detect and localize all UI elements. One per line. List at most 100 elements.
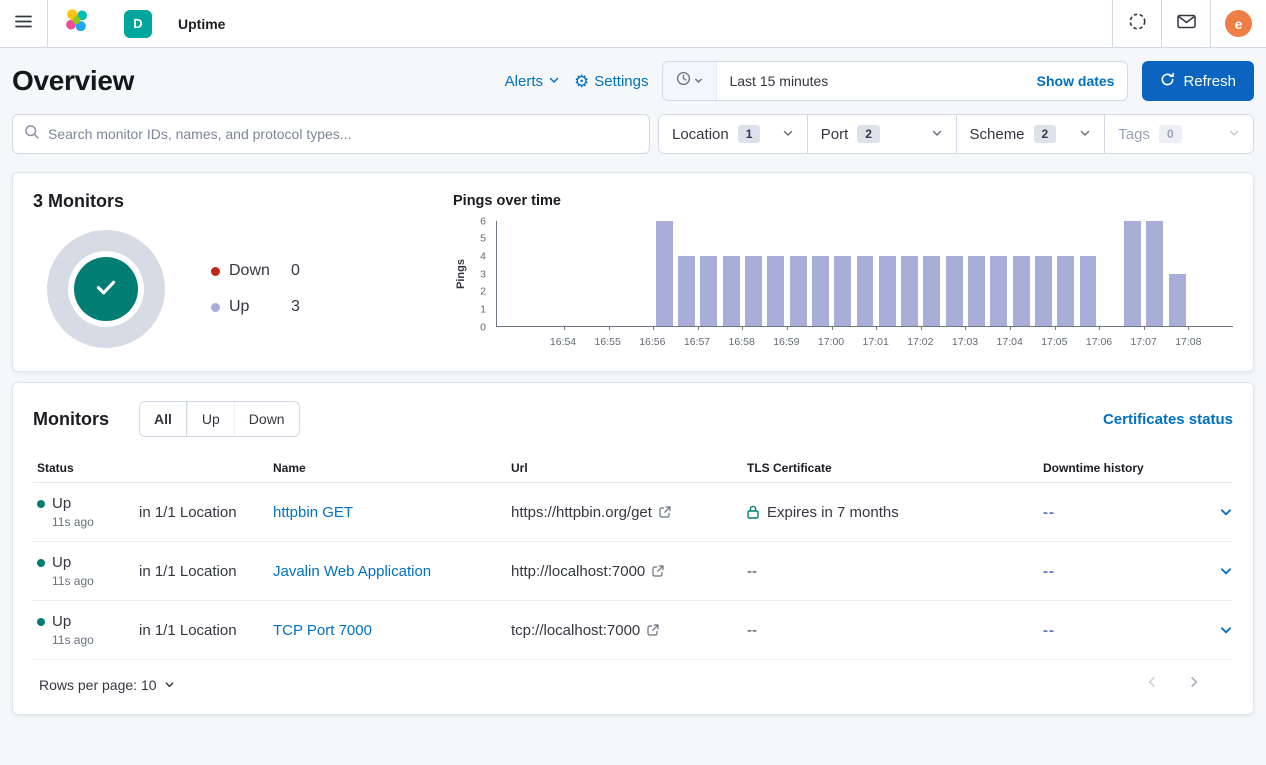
breadcrumb[interactable]: Uptime bbox=[178, 16, 225, 32]
snapshot-panel: 3 Monitors bbox=[12, 172, 1254, 372]
alerts-dropdown-button[interactable]: Alerts bbox=[505, 73, 560, 90]
ping-bar bbox=[678, 256, 695, 326]
progress-ring-icon bbox=[1128, 12, 1147, 36]
filter-count-badge: 2 bbox=[1034, 125, 1057, 143]
x-tick-label: 17:06 bbox=[1086, 336, 1112, 348]
newsfeed-button[interactable] bbox=[1162, 0, 1210, 47]
expand-row-button[interactable] bbox=[1201, 623, 1233, 637]
filter-count-badge: 2 bbox=[857, 125, 880, 143]
y-tick-label: 2 bbox=[480, 286, 486, 297]
down-dot-icon bbox=[211, 267, 220, 276]
rows-per-page-button[interactable]: Rows per page: 10 bbox=[39, 677, 175, 693]
status-cell: Up 11s ago bbox=[37, 554, 139, 588]
up-status-dot-icon bbox=[37, 500, 45, 508]
external-link-icon bbox=[647, 624, 659, 636]
column-status: Status bbox=[37, 461, 139, 475]
tab-all[interactable]: All bbox=[140, 402, 187, 436]
ping-bar bbox=[767, 256, 784, 326]
table-row: Up 11s ago in 1/1 Location TCP Port 7000… bbox=[33, 601, 1233, 660]
gear-icon: ⚙ bbox=[574, 73, 589, 90]
legend-label: Down bbox=[229, 262, 291, 280]
location-cell: in 1/1 Location bbox=[139, 622, 273, 639]
chevron-down-icon bbox=[782, 126, 794, 143]
status-donut bbox=[47, 230, 165, 348]
url-text: https://httpbin.org/get bbox=[511, 504, 652, 521]
ping-bar bbox=[968, 256, 985, 326]
y-tick-label: 5 bbox=[480, 233, 486, 244]
monitors-title: Monitors bbox=[33, 409, 109, 430]
chevron-down-icon bbox=[164, 677, 175, 693]
menu-button[interactable] bbox=[0, 0, 47, 47]
refresh-button[interactable]: Refresh bbox=[1142, 61, 1254, 101]
chevron-down-icon bbox=[1079, 126, 1091, 143]
guided-setup-button[interactable] bbox=[1113, 0, 1161, 47]
up-status-dot-icon bbox=[37, 618, 45, 626]
monitors-count-title: 3 Monitors bbox=[33, 191, 453, 212]
space-badge[interactable]: D bbox=[124, 10, 152, 38]
monitor-url-link[interactable]: http://localhost:7000 bbox=[511, 563, 747, 580]
divider bbox=[1210, 0, 1211, 47]
column-name: Name bbox=[273, 461, 511, 475]
user-avatar[interactable]: e bbox=[1225, 10, 1252, 37]
filter-scheme[interactable]: Scheme 2 bbox=[956, 115, 1105, 153]
downtime-history: -- bbox=[1043, 504, 1201, 521]
certificates-status-link[interactable]: Certificates status bbox=[1103, 411, 1233, 428]
table-row: Up 11s ago in 1/1 Location httpbin GET h… bbox=[33, 483, 1233, 542]
last-check-time: 11s ago bbox=[37, 574, 139, 588]
status-label: Up bbox=[52, 613, 71, 630]
y-axis-label: Pings bbox=[453, 221, 469, 327]
filter-label: Tags bbox=[1118, 126, 1150, 143]
ping-bar bbox=[1013, 256, 1030, 326]
search-input[interactable] bbox=[48, 126, 638, 142]
pings-chart: Pings 0123456 16:5416:5516:5616:5716:581… bbox=[453, 221, 1233, 351]
ping-bar bbox=[1080, 256, 1097, 326]
ping-bar bbox=[834, 256, 851, 326]
page-header: Overview Alerts ⚙ Settings bbox=[12, 48, 1254, 114]
clock-icon bbox=[676, 71, 691, 91]
chevron-down-icon bbox=[694, 72, 703, 90]
filter-group: Location 1 Port 2 Scheme 2 Tags 0 bbox=[658, 114, 1254, 154]
monitor-url-link[interactable]: https://httpbin.org/get bbox=[511, 504, 747, 521]
downtime-history: -- bbox=[1043, 622, 1201, 639]
location-cell: in 1/1 Location bbox=[139, 504, 273, 521]
previous-page-button[interactable] bbox=[1145, 675, 1159, 694]
ping-bar bbox=[812, 256, 829, 326]
filter-location[interactable]: Location 1 bbox=[659, 115, 807, 153]
last-check-time: 11s ago bbox=[37, 515, 139, 529]
last-check-time: 11s ago bbox=[37, 633, 139, 647]
ping-bar bbox=[790, 256, 807, 326]
lock-icon bbox=[747, 505, 759, 519]
expand-row-button[interactable] bbox=[1201, 505, 1233, 519]
expand-row-button[interactable] bbox=[1201, 564, 1233, 578]
tab-up[interactable]: Up bbox=[187, 402, 234, 436]
time-range-value[interactable]: Last 15 minutes bbox=[717, 62, 1023, 100]
filter-label: Scheme bbox=[970, 126, 1025, 143]
elastic-home-button[interactable] bbox=[48, 0, 106, 47]
column-tls: TLS Certificate bbox=[747, 461, 1043, 475]
x-tick-label: 16:57 bbox=[684, 336, 710, 348]
y-tick-label: 4 bbox=[480, 251, 486, 262]
tab-down[interactable]: Down bbox=[234, 402, 299, 436]
legend-item-down: Down 0 bbox=[211, 262, 300, 280]
tls-expiry-text: -- bbox=[747, 622, 757, 639]
table-header-row: Status Name Url TLS Certificate Downtime… bbox=[33, 453, 1233, 483]
pings-plot bbox=[496, 221, 1233, 327]
filter-count-badge: 0 bbox=[1159, 125, 1182, 143]
ping-bar bbox=[1124, 221, 1141, 326]
time-quick-select-button[interactable] bbox=[663, 62, 717, 100]
next-page-button[interactable] bbox=[1187, 675, 1201, 694]
page-title: Overview bbox=[12, 65, 134, 97]
x-tick-label: 17:08 bbox=[1175, 336, 1201, 348]
filter-port[interactable]: Port 2 bbox=[807, 115, 956, 153]
settings-button[interactable]: ⚙ Settings bbox=[574, 73, 648, 90]
show-dates-button[interactable]: Show dates bbox=[1024, 62, 1128, 100]
monitor-name-link[interactable]: httpbin GET bbox=[273, 504, 511, 521]
monitor-name-link[interactable]: TCP Port 7000 bbox=[273, 622, 511, 639]
hamburger-icon bbox=[15, 15, 32, 33]
pings-y-ticks: 0123456 bbox=[469, 221, 489, 327]
filter-tags[interactable]: Tags 0 bbox=[1104, 115, 1253, 153]
column-downtime: Downtime history bbox=[1043, 461, 1201, 475]
monitor-url-link[interactable]: tcp://localhost:7000 bbox=[511, 622, 747, 639]
ping-bar bbox=[946, 256, 963, 326]
monitor-name-link[interactable]: Javalin Web Application bbox=[273, 563, 511, 580]
